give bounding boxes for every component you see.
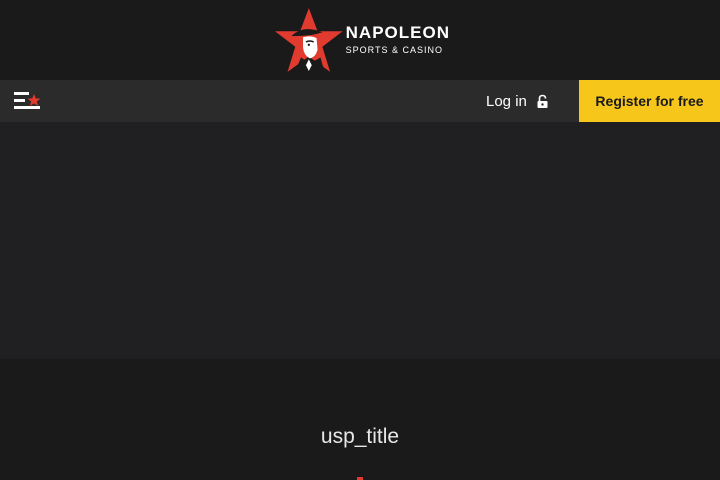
nav-bar: Log in Register for free bbox=[0, 80, 720, 122]
menu-button[interactable] bbox=[12, 89, 42, 113]
logo[interactable]: NAPOLEON SPORTS & CASINO bbox=[274, 6, 450, 74]
hamburger-star-icon bbox=[14, 92, 41, 109]
hero-banner bbox=[0, 122, 720, 359]
logo-subtitle: SPORTS & CASINO bbox=[345, 45, 444, 55]
napoleon-star-logo-icon bbox=[274, 8, 343, 72]
login-link[interactable]: Log in bbox=[486, 80, 549, 122]
usp-section: usp_title bbox=[0, 359, 720, 480]
lock-icon bbox=[537, 94, 548, 108]
register-button[interactable]: Register for free bbox=[579, 80, 720, 122]
page: NAPOLEON SPORTS & CASINO Log in Register… bbox=[0, 0, 720, 480]
logo-text: NAPOLEON SPORTS & CASINO bbox=[346, 24, 450, 56]
login-label: Log in bbox=[486, 92, 527, 110]
top-header: NAPOLEON SPORTS & CASINO bbox=[0, 0, 720, 80]
usp-title: usp_title bbox=[320, 425, 400, 448]
logo-brand: NAPOLEON bbox=[345, 23, 450, 42]
